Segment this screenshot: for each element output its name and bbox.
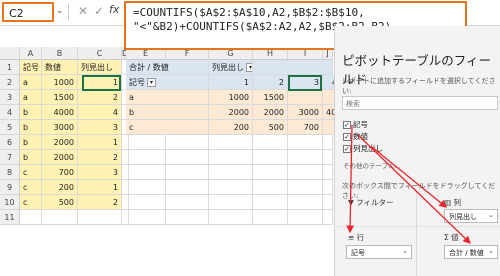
arrow-kigou-to-rows <box>346 124 355 234</box>
annotation-arrows <box>346 124 471 244</box>
arrow-retsu-to-columns <box>371 146 448 208</box>
arrow-suuchi-to-values <box>357 134 471 244</box>
